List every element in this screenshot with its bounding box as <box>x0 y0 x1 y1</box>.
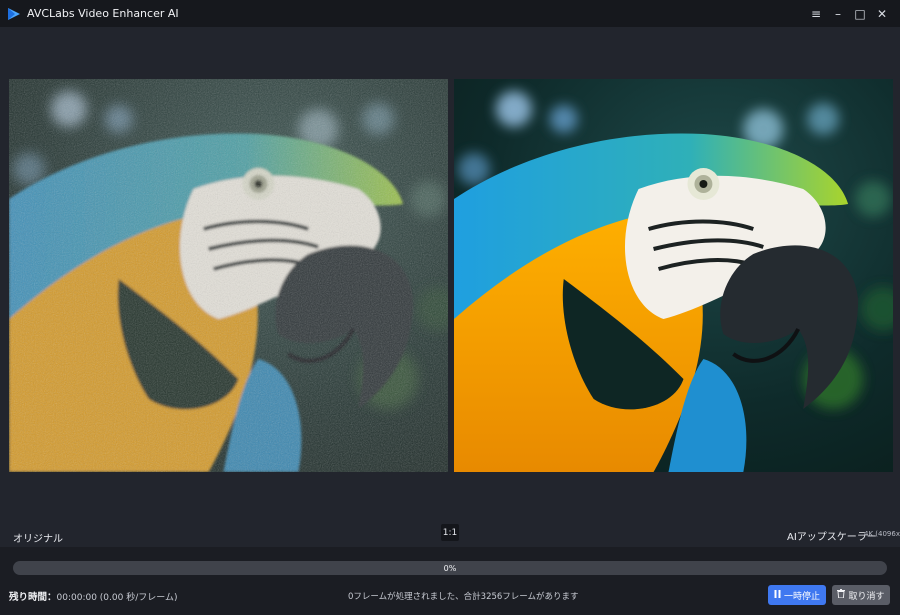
trash-icon <box>837 589 846 601</box>
remaining-time: 残り時間：00:00:00 (0.00 秒/フレーム) <box>9 589 177 603</box>
enhanced-preview-image <box>454 79 893 472</box>
original-preview-image <box>9 79 448 472</box>
progress-percent: 0% <box>443 563 457 573</box>
menu-icon[interactable]: ≡ <box>806 4 826 24</box>
remaining-time-label: 残り時間： <box>9 592 57 603</box>
window-controls: ≡ – □ ✕ <box>806 0 892 27</box>
remaining-time-value: 00:00:00 (0.00 秒/フレーム) <box>56 593 178 603</box>
output-resolution-label: 4K (4096x21 <box>864 530 900 538</box>
preview-area: オリジナル 1:1 AIアップスケーラー 4K (4096x21 <box>0 27 900 547</box>
cancel-button-label: 取り消す <box>848 591 885 602</box>
original-label: オリジナル <box>13 534 63 545</box>
cancel-button[interactable]: 取り消す <box>832 585 890 605</box>
maximize-icon[interactable]: □ <box>850 4 870 24</box>
pause-icon <box>774 589 781 601</box>
pause-button-label: 一時停止 <box>783 591 820 602</box>
frames-status-text: 0フレームが処理されました、合計3256フレームがあります <box>348 592 579 602</box>
progress-bar: 0% <box>13 561 887 575</box>
processing-panel: 0% 残り時間：00:00:00 (0.00 秒/フレーム) 0フレームが処理さ… <box>0 547 900 615</box>
close-icon[interactable]: ✕ <box>872 4 892 24</box>
app-title: AVCLabs Video Enhancer AI <box>27 7 179 20</box>
pause-button[interactable]: 一時停止 <box>768 585 826 605</box>
minimize-icon[interactable]: – <box>828 4 848 24</box>
app-logo-icon <box>7 7 21 21</box>
zoom-ratio-button[interactable]: 1:1 <box>441 524 459 541</box>
title-bar: AVCLabs Video Enhancer AI ≡ – □ ✕ <box>0 0 900 27</box>
